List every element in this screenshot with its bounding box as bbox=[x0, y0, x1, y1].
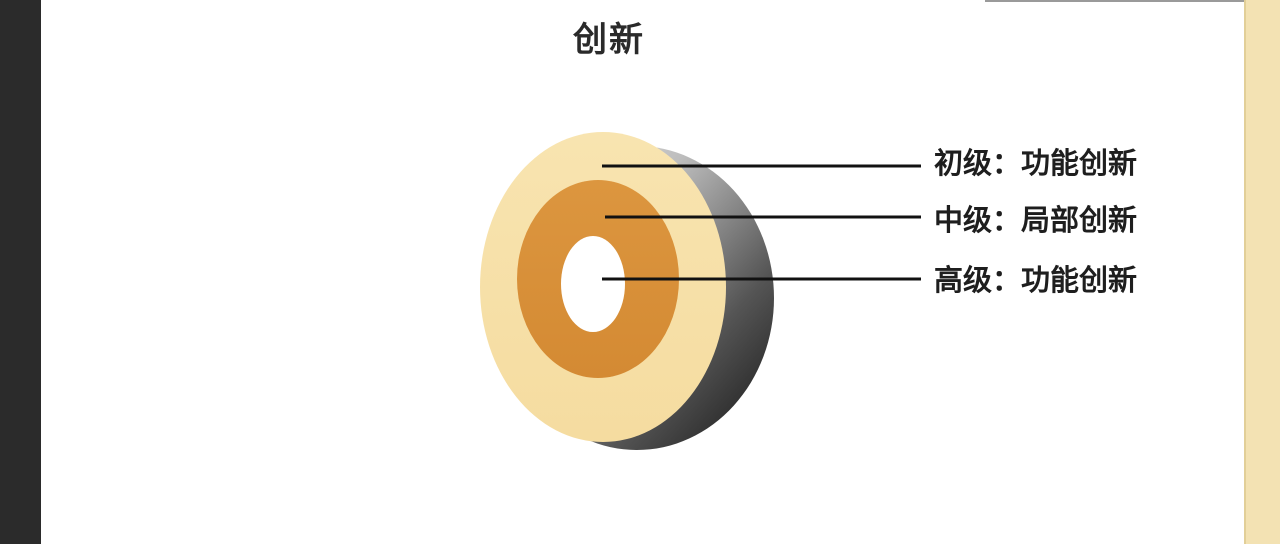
level-label-intermediate: 中级：局部创新 bbox=[934, 203, 1138, 237]
inner-core-face bbox=[561, 236, 625, 332]
slide-viewer: 创新 初级：功能创新 中级：局部创新 高级：功能创新 bbox=[0, 0, 1280, 544]
level-label-basic: 初级：功能创新 bbox=[934, 146, 1138, 180]
level-label-advanced: 高级：功能创新 bbox=[934, 263, 1138, 297]
